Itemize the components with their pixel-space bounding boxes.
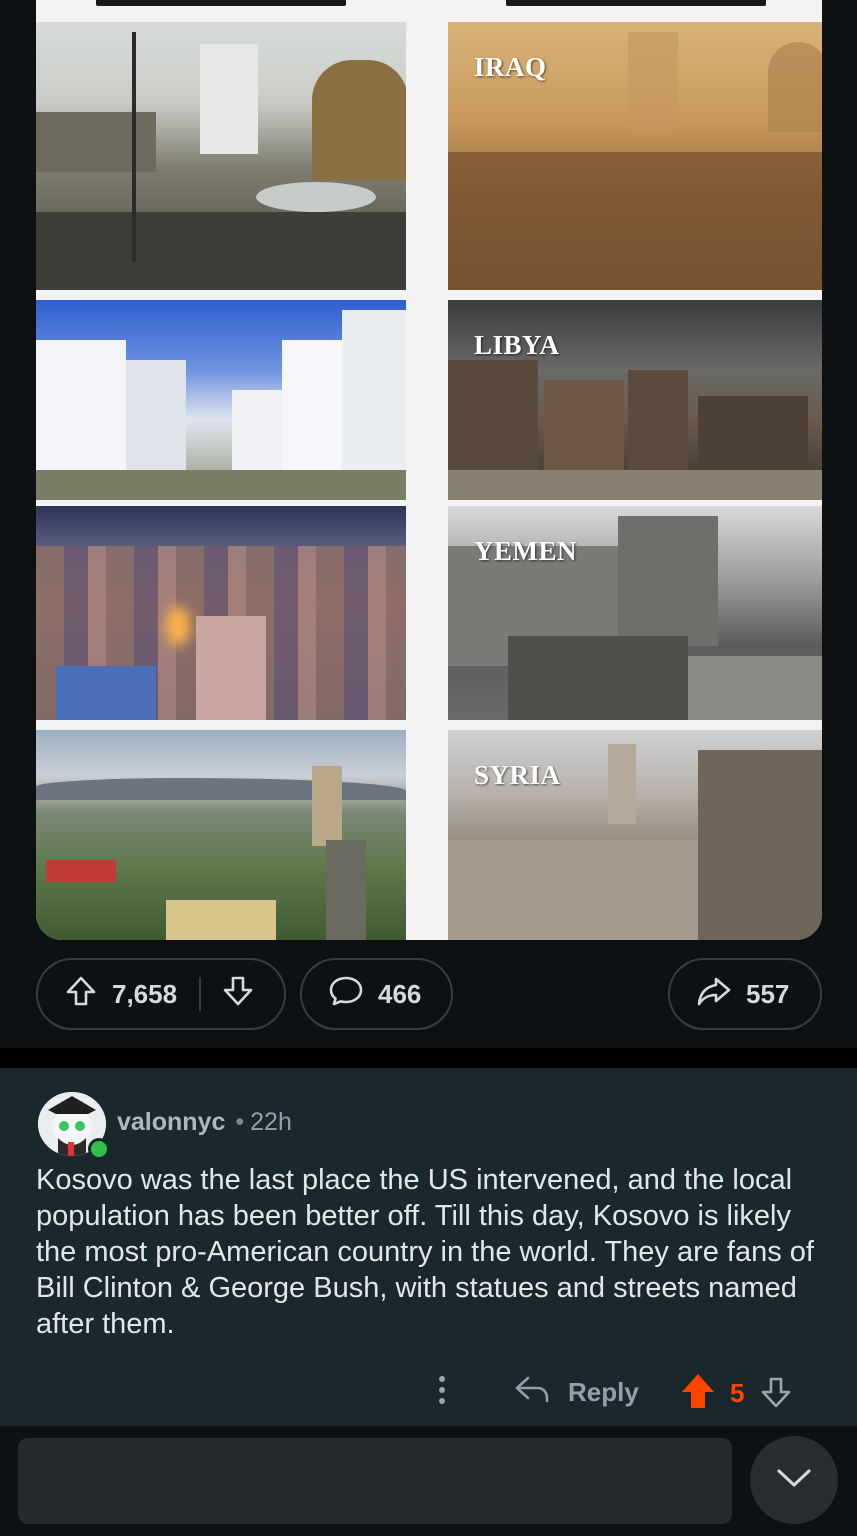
panel-iraq-after: IRAQ: [448, 22, 822, 290]
upvote-icon: [680, 1374, 716, 1414]
downvote-icon: [758, 1377, 794, 1414]
header-before-partial: [96, 0, 346, 6]
comment-button[interactable]: 466: [300, 958, 453, 1030]
share-button[interactable]: 557: [668, 958, 822, 1030]
reply-button[interactable]: Reply: [514, 1374, 639, 1411]
comment-icon: [328, 974, 364, 1015]
panel-libya-after: LIBYA: [448, 300, 822, 500]
panel-syria-after: SYRIA: [448, 730, 822, 940]
more-options-button[interactable]: [432, 1376, 452, 1410]
comment-count: 466: [378, 978, 422, 1009]
comment-actions: Reply 5: [0, 1368, 857, 1418]
comment-meta: valonnyc • 22h: [117, 1108, 292, 1137]
vote-pill: 7,658: [36, 958, 286, 1030]
comment-downvote-button[interactable]: [758, 1374, 794, 1415]
panel-syria-before: [36, 730, 406, 940]
upvote-count: 7,658: [112, 978, 178, 1009]
post-image[interactable]: IRAQ LIBYA YEMEN SYRIA: [36, 0, 822, 940]
downvote-icon[interactable]: [221, 974, 255, 1015]
comment-username[interactable]: valonnyc: [117, 1108, 225, 1137]
reply-label: Reply: [568, 1377, 639, 1407]
panel-label-iraq: IRAQ: [474, 52, 547, 82]
chevron-down-icon: [776, 1467, 812, 1494]
panel-iraq-before: [36, 22, 406, 290]
vote-separator: [199, 977, 202, 1011]
share-icon: [696, 974, 732, 1015]
header-after-partial: [506, 0, 766, 6]
comment-upvote-button[interactable]: [680, 1372, 716, 1415]
bottom-bar: [0, 1426, 857, 1536]
comment-body: Kosovo was the last place the US interve…: [36, 1164, 814, 1340]
section-divider: [0, 1048, 857, 1068]
panel-label-yemen: YEMEN: [474, 536, 577, 566]
meta-separator: •: [235, 1108, 245, 1136]
comment-age: 22h: [250, 1108, 292, 1136]
more-icon: [432, 1376, 452, 1404]
panel-yemen-after: YEMEN: [448, 506, 822, 720]
reply-input[interactable]: [18, 1438, 732, 1524]
panel-label-syria: SYRIA: [474, 760, 561, 790]
collapse-button[interactable]: [750, 1436, 838, 1524]
comment: valonnyc • 22h Kosovo was the last place…: [0, 1068, 857, 1426]
panel-libya-before: [36, 300, 406, 500]
panel-yemen-before: [36, 506, 406, 720]
online-indicator: [88, 1138, 110, 1160]
reply-icon: [514, 1374, 568, 1411]
post-action-bar: 7,658 466 557: [36, 958, 822, 1030]
avatar[interactable]: [36, 1078, 110, 1160]
share-count: 557: [746, 978, 790, 1009]
upvote-icon[interactable]: [64, 974, 98, 1015]
panel-label-libya: LIBYA: [474, 330, 560, 360]
comment-score: 5: [730, 1378, 745, 1408]
